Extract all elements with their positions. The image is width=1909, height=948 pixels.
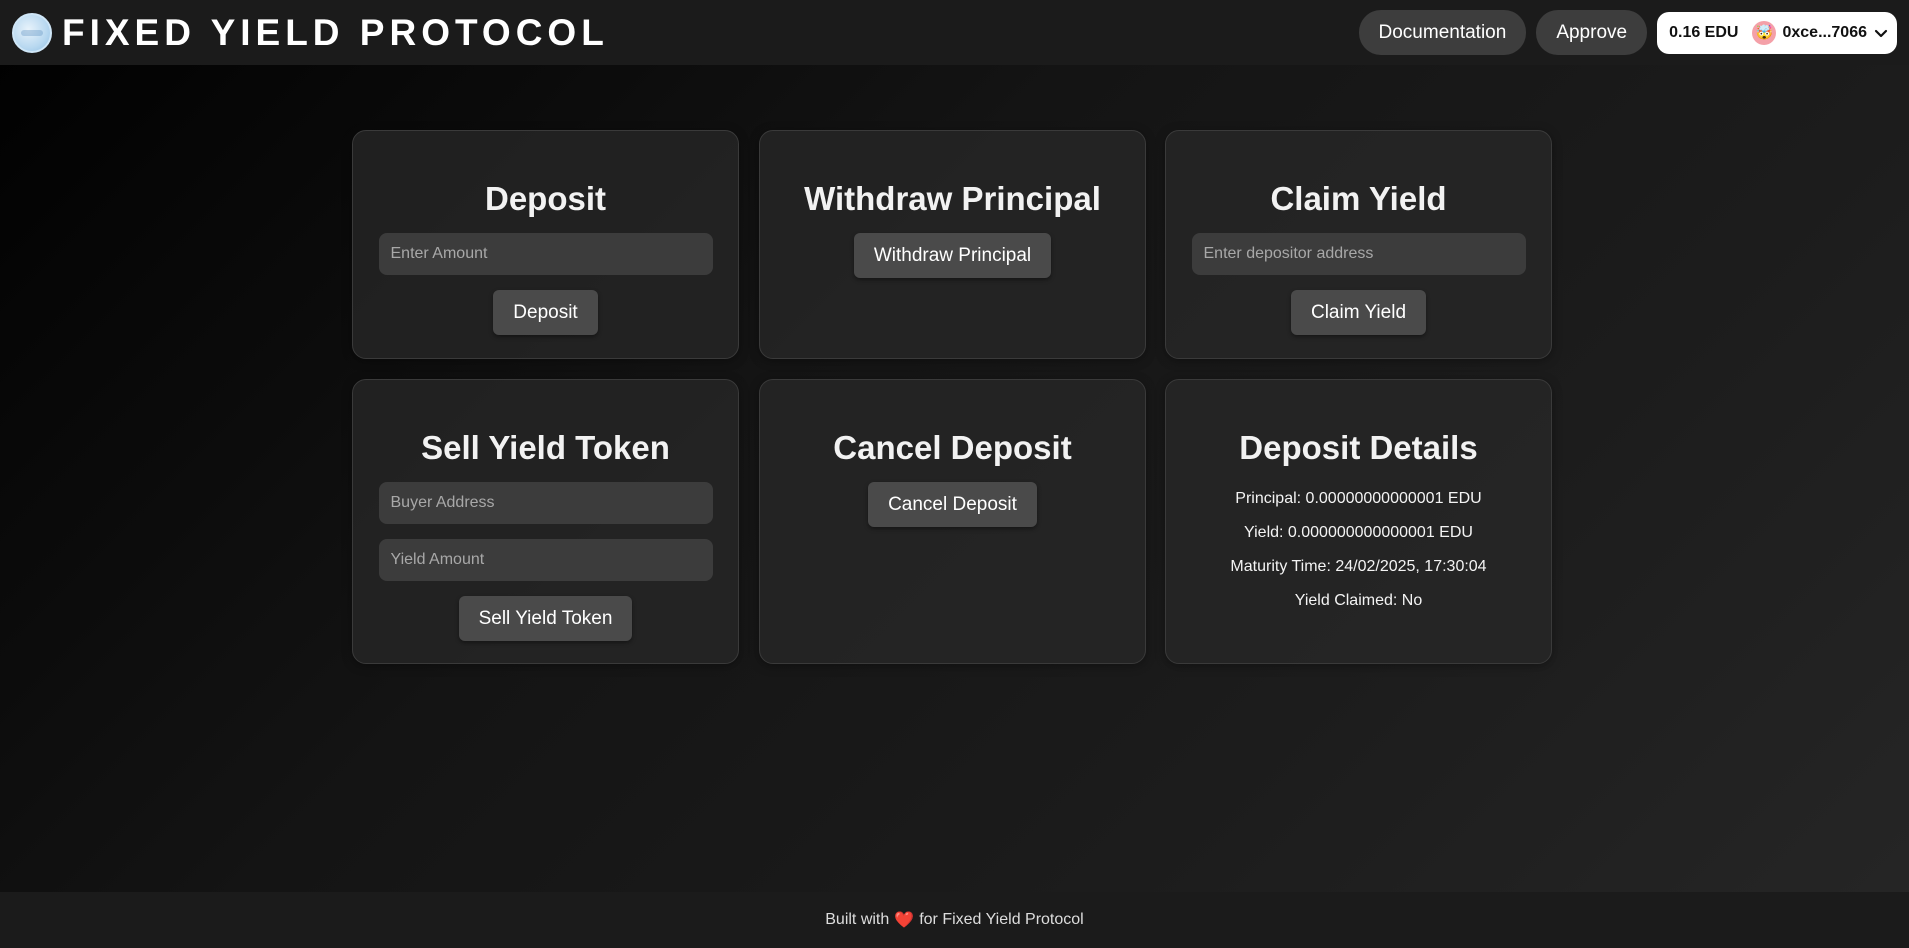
wallet-account[interactable]: 🤯 0xce...7066 bbox=[1752, 20, 1889, 45]
sell-yield-token-card: Sell Yield Token Sell Yield Token bbox=[352, 379, 739, 664]
withdraw-principal-title: Withdraw Principal bbox=[804, 180, 1101, 217]
deposit-details-card: Deposit Details Principal: 0.00000000000… bbox=[1165, 379, 1552, 664]
approve-button[interactable]: Approve bbox=[1536, 10, 1648, 55]
footer-suffix: for Fixed Yield Protocol bbox=[919, 911, 1084, 928]
cancel-deposit-title: Cancel Deposit bbox=[833, 429, 1072, 466]
sell-yield-token-button[interactable]: Sell Yield Token bbox=[458, 596, 633, 641]
claim-yield-title: Claim Yield bbox=[1270, 180, 1447, 217]
footer-prefix: Built with bbox=[825, 911, 890, 928]
deposit-amount-input[interactable] bbox=[378, 233, 713, 275]
yield-claimed-value: Yield Claimed: No bbox=[1294, 592, 1423, 609]
protocol-logo[interactable] bbox=[12, 12, 52, 53]
claim-yield-card: Claim Yield Claim Yield bbox=[1165, 130, 1552, 359]
principal-value: Principal: 0.00000000000001 EDU bbox=[1235, 490, 1482, 507]
maturity-time-value: Maturity Time: 24/02/2025, 17:30:04 bbox=[1230, 558, 1487, 575]
account-avatar: 🤯 bbox=[1752, 20, 1777, 45]
yield-amount-input[interactable] bbox=[378, 539, 713, 581]
header-actions: Documentation Approve 0.16 EDU 🤯 0xce...… bbox=[1358, 10, 1897, 55]
chevron-down-icon bbox=[1874, 29, 1888, 37]
cancel-deposit-card: Cancel Deposit Cancel Deposit bbox=[759, 379, 1146, 664]
footer: Built with ❤️ for Fixed Yield Protocol bbox=[0, 892, 1909, 948]
top-header: FIXED YIELD PROTOCOL Documentation Appro… bbox=[0, 0, 1909, 65]
yield-value: Yield: 0.000000000000001 EDU bbox=[1244, 524, 1473, 541]
claim-yield-button[interactable]: Claim Yield bbox=[1290, 290, 1427, 335]
wallet-balance: 0.16 EDU bbox=[1669, 23, 1739, 41]
documentation-button[interactable]: Documentation bbox=[1358, 10, 1527, 55]
wallet-connect-button[interactable]: 0.16 EDU 🤯 0xce...7066 bbox=[1657, 11, 1897, 54]
depositor-address-input[interactable] bbox=[1191, 233, 1526, 275]
deposit-button[interactable]: Deposit bbox=[493, 290, 598, 335]
cancel-deposit-button[interactable]: Cancel Deposit bbox=[868, 482, 1037, 527]
withdraw-principal-card: Withdraw Principal Withdraw Principal bbox=[759, 130, 1146, 359]
account-address: 0xce...7066 bbox=[1782, 23, 1867, 41]
deposit-title: Deposit bbox=[484, 180, 606, 217]
deposit-card: Deposit Deposit bbox=[352, 130, 739, 359]
logo-mark bbox=[21, 29, 43, 36]
deposit-details-title: Deposit Details bbox=[1239, 429, 1478, 466]
withdraw-principal-button[interactable]: Withdraw Principal bbox=[853, 233, 1052, 278]
app-title: FIXED YIELD PROTOCOL bbox=[62, 11, 609, 53]
buyer-address-input[interactable] bbox=[378, 482, 713, 524]
heart-icon: ❤️ bbox=[894, 912, 915, 929]
brand: FIXED YIELD PROTOCOL bbox=[12, 12, 609, 54]
sell-yield-token-title: Sell Yield Token bbox=[421, 429, 670, 466]
